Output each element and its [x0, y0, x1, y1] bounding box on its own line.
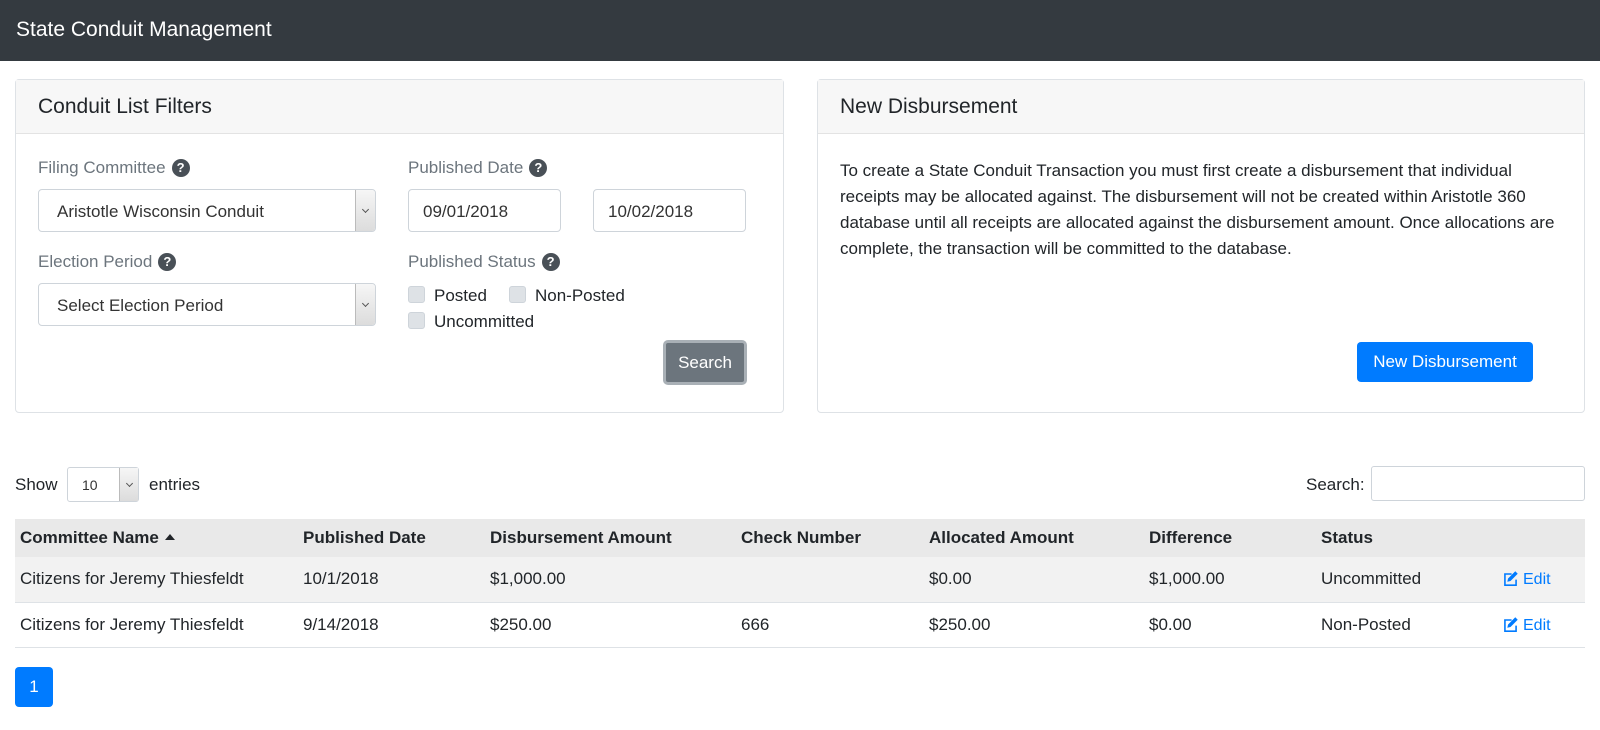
- published-date-label: Published Date?: [408, 158, 548, 178]
- table-header-row: Committee Name Published Date Disburseme…: [15, 519, 1585, 557]
- filing-committee-label-text: Filing Committee: [38, 158, 166, 177]
- cell-disbursement-amount: $1,000.00: [490, 569, 566, 589]
- non-posted-checkbox[interactable]: Non-Posted: [509, 286, 625, 306]
- edit-link[interactable]: Edit: [1502, 617, 1551, 634]
- top-navbar: State Conduit Management: [0, 0, 1600, 61]
- uncommitted-checkbox-label: Uncommitted: [434, 312, 535, 331]
- sort-asc-icon: [164, 534, 175, 540]
- column-header-status[interactable]: Status: [1316, 519, 1497, 557]
- cell-committee-name: Citizens for Jeremy Thiesfeldt: [20, 614, 244, 634]
- new-disbursement-description: To create a State Conduit Transaction yo…: [840, 161, 1555, 258]
- election-period-select[interactable]: Select Election Period: [38, 283, 376, 326]
- pagination-page-1[interactable]: 1: [15, 667, 53, 707]
- cell-committee-name: Citizens for Jeremy Thiesfeldt: [20, 569, 244, 589]
- cell-published-date: 10/1/2018: [303, 569, 379, 589]
- election-period-selected-value: Select Election Period: [57, 296, 224, 315]
- non-posted-checkbox-label: Non-Posted: [535, 286, 625, 305]
- column-header-label: Committee Name: [20, 528, 159, 547]
- cell-status: Uncommitted: [1321, 569, 1422, 589]
- edit-pencil-icon: [1504, 616, 1518, 632]
- column-header-difference[interactable]: Difference: [1144, 519, 1316, 557]
- cell-actions: Edit: [1497, 557, 1585, 602]
- checkbox-box[interactable]: [408, 312, 425, 329]
- published-date-from-input[interactable]: 09/01/2018: [408, 189, 561, 232]
- cell-actions: Edit: [1497, 602, 1585, 647]
- column-header-check-number[interactable]: Check Number: [736, 519, 924, 557]
- edit-pencil-icon: [1504, 571, 1518, 587]
- posted-checkbox-label: Posted: [434, 286, 487, 305]
- uncommitted-checkbox[interactable]: Uncommitted: [408, 312, 534, 332]
- new-disbursement-button[interactable]: New Disbursement: [1357, 342, 1533, 382]
- checkbox-box[interactable]: [509, 286, 526, 303]
- published-status-label-text: Published Status: [408, 252, 536, 271]
- table-search-label: Search:: [1306, 475, 1365, 494]
- column-header-allocated-amount[interactable]: Allocated Amount: [924, 519, 1144, 557]
- question-circle-icon[interactable]: ?: [529, 159, 548, 177]
- page-length-select[interactable]: 10: [67, 467, 139, 502]
- chevron-down-icon[interactable]: [355, 190, 375, 231]
- cell-allocated-amount: $0.00: [929, 569, 972, 589]
- column-header-committee-name[interactable]: Committee Name: [15, 519, 298, 557]
- cell-check-number: [736, 557, 924, 602]
- edit-link-label: Edit: [1523, 571, 1551, 589]
- cell-status: Non-Posted: [1321, 614, 1411, 634]
- posted-checkbox[interactable]: Posted: [408, 286, 487, 306]
- published-status-label: Published Status?: [408, 252, 560, 272]
- published-date-to-input[interactable]: 10/02/2018: [593, 189, 746, 232]
- election-period-label: Election Period?: [38, 252, 177, 272]
- filing-committee-select[interactable]: Aristotle Wisconsin Conduit: [38, 189, 376, 232]
- question-circle-icon[interactable]: ?: [171, 159, 190, 177]
- edit-link-label: Edit: [1523, 616, 1551, 634]
- table-row: Citizens for Jeremy Thiesfeldt 9/14/2018…: [15, 602, 1585, 647]
- chevron-down-icon[interactable]: [355, 284, 375, 325]
- app-title: State Conduit Management: [16, 18, 272, 41]
- table-row: Citizens for Jeremy Thiesfeldt 10/1/2018…: [15, 557, 1585, 602]
- question-circle-icon[interactable]: ?: [541, 253, 560, 271]
- edit-link[interactable]: Edit: [1502, 571, 1551, 588]
- filing-committee-selected-value: Aristotle Wisconsin Conduit: [57, 202, 264, 221]
- column-header-disbursement-amount[interactable]: Disbursement Amount: [485, 519, 736, 557]
- cell-disbursement-amount: $250.00: [490, 614, 552, 634]
- cell-published-date: 9/14/2018: [303, 614, 379, 634]
- chevron-down-icon[interactable]: [119, 468, 138, 501]
- page-length-value: 10: [82, 477, 98, 493]
- table-search-input[interactable]: [1371, 466, 1585, 501]
- column-header-actions: [1497, 519, 1585, 557]
- checkbox-box[interactable]: [408, 286, 425, 303]
- conduit-list-filters-card: Conduit List Filters Filing Committee? A…: [15, 79, 784, 413]
- published-date-label-text: Published Date: [408, 158, 524, 177]
- cell-allocated-amount: $250.00: [929, 614, 991, 634]
- filing-committee-label: Filing Committee?: [38, 158, 190, 178]
- cell-check-number: 666: [741, 614, 770, 634]
- new-disbursement-card: New Disbursement To create a State Condu…: [817, 79, 1585, 413]
- conduit-transactions-table: Committee Name Published Date Disburseme…: [15, 519, 1585, 648]
- column-header-published-date[interactable]: Published Date: [298, 519, 485, 557]
- cell-difference: $1,000.00: [1149, 569, 1225, 589]
- search-button[interactable]: Search: [663, 340, 747, 385]
- entries-label: entries: [149, 475, 201, 494]
- election-period-label-text: Election Period: [38, 252, 153, 271]
- cell-difference: $0.00: [1149, 614, 1192, 634]
- show-entries-label: Show: [15, 475, 58, 494]
- question-circle-icon[interactable]: ?: [158, 253, 177, 271]
- filters-card-header: Conduit List Filters: [16, 80, 783, 134]
- new-disbursement-card-header: New Disbursement: [818, 80, 1584, 134]
